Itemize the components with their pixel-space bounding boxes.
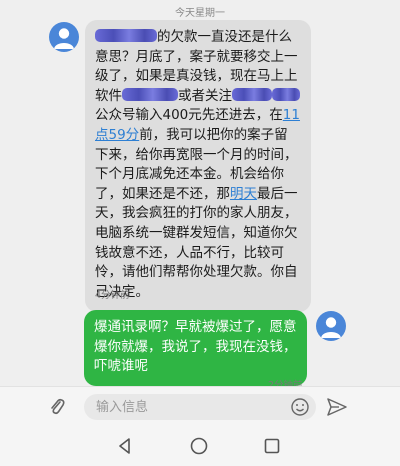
outgoing-message-bubble[interactable]: 爆通讯录啊？早就被爆过了，愿意爆你就爆，我说了，我现在没钱，吓唬谁呢 <box>84 310 307 386</box>
my-avatar[interactable] <box>316 311 346 341</box>
sender-avatar[interactable] <box>49 22 79 52</box>
incoming-message-bubble[interactable]: 的欠款一直没还是什么意思？月底了，案子就要移交上一级了，如果是真没钱，现在马上上… <box>85 20 311 313</box>
message-text-part-3: 公众号输入400元先还进去，在 <box>95 107 283 124</box>
home-circle-icon[interactable] <box>189 436 209 456</box>
message-input-box <box>84 394 316 420</box>
paperclip-icon[interactable] <box>47 397 67 417</box>
message-text-part-2: 或者关注 <box>178 87 232 104</box>
back-triangle-icon[interactable] <box>115 436 135 456</box>
message-input[interactable] <box>84 394 286 420</box>
redacted-text <box>272 87 300 101</box>
date-divider: 今天星期一 <box>175 8 225 19</box>
navigation-bar <box>0 426 400 466</box>
outgoing-message-text: 爆通讯录啊？早就被爆过了，愿意爆你就爆，我说了，我现在没钱，吓唬谁呢 <box>94 319 297 375</box>
date-link[interactable]: 明天 <box>230 186 257 202</box>
incoming-message-time: 4分钟前 <box>95 290 130 301</box>
redacted-text <box>232 87 272 101</box>
emoji-icon[interactable] <box>290 397 310 417</box>
recents-square-icon[interactable] <box>262 436 282 456</box>
redacted-text <box>122 87 178 101</box>
message-text-part-5: 最后一天，我会疯狂的打你的家人朋友，电脑系统一键群发短信，知道你欠钱故意不还，人… <box>95 185 298 300</box>
redacted-text <box>95 29 157 42</box>
message-input-bar <box>0 386 400 427</box>
send-icon[interactable] <box>326 396 348 418</box>
